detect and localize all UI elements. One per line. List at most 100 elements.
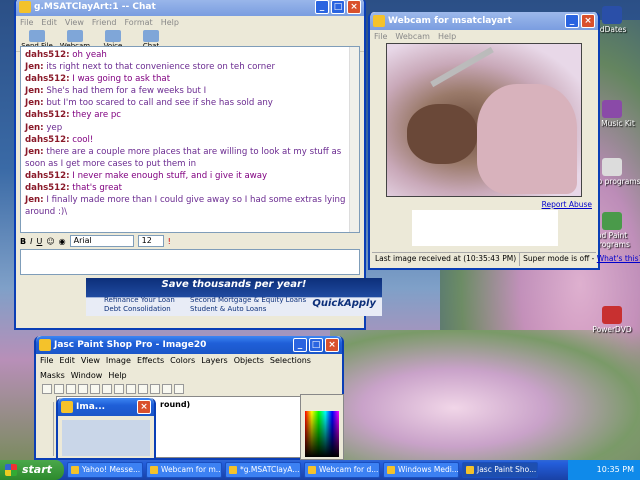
menu-layers[interactable]: Layers (201, 356, 227, 365)
color-palette[interactable] (300, 394, 344, 460)
size-select[interactable]: 12 (137, 235, 164, 247)
menu-image[interactable]: Image (106, 356, 131, 365)
chat-window: g.MSATClayArt:1 -- Chat _ □ × File Edit Vi… (14, 0, 382, 330)
save-icon[interactable] (66, 384, 76, 394)
webcam-icon (373, 15, 385, 27)
music-icon (602, 100, 622, 118)
webcam-window: Webcam for msatclayart _ × File Webcam He… (368, 12, 640, 270)
ad-banner[interactable]: Save thousands per year! Refinance Your … (86, 278, 382, 316)
last-image-status: Last image received at (10:35:43 PM) (372, 253, 521, 266)
new-icon[interactable] (42, 384, 52, 394)
task-webcam-m[interactable]: Webcam for m... (146, 462, 222, 478)
italic-button[interactable]: I (30, 237, 32, 246)
psp-tool-palette[interactable] (38, 402, 54, 456)
maximize-button[interactable]: □ (309, 338, 323, 352)
system-tray: 10:35 PM (568, 460, 640, 480)
minimize-button[interactable]: _ (315, 0, 329, 14)
paste-icon[interactable] (138, 384, 148, 394)
psp-titlebar[interactable]: Jasc Paint Shop Pro - Image20 _ □ × (36, 336, 342, 354)
menu-help[interactable]: Help (438, 32, 456, 41)
close-button[interactable]: × (325, 338, 339, 352)
histogram-icon[interactable] (162, 384, 172, 394)
report-abuse-link[interactable]: Report Abuse (542, 200, 592, 209)
layer-label: round) (160, 400, 191, 409)
menu-edit[interactable]: Edit (41, 18, 57, 27)
chat-message: dahs512: they are pc (25, 110, 122, 121)
shop-icon (602, 158, 622, 176)
minimize-button[interactable]: _ (293, 338, 307, 352)
whats-this-link[interactable]: What's this? (597, 254, 640, 263)
start-button[interactable]: start (0, 460, 64, 480)
desktop-wallpaper-flowers (330, 330, 640, 460)
chat-message: dahs512: oh yeah (25, 50, 107, 60)
menu-file[interactable]: File (40, 356, 53, 365)
menu-file[interactable]: File (374, 32, 387, 41)
menu-help[interactable]: Help (161, 18, 179, 27)
menu-edit[interactable]: Edit (59, 356, 75, 365)
chat-titlebar[interactable]: g.MSATClayArt:1 -- Chat _ □ × (16, 0, 364, 16)
menu-file[interactable]: File (20, 18, 33, 27)
color-gradient[interactable] (305, 411, 339, 457)
menu-masks[interactable]: Masks (40, 371, 65, 380)
copy-icon[interactable] (126, 384, 136, 394)
smiley-icon[interactable]: ☺ (46, 237, 54, 246)
task-yahoo-messenger[interactable]: Yahoo! Messe... (67, 462, 143, 478)
layers-icon[interactable] (174, 384, 184, 394)
maximize-button[interactable]: □ (331, 0, 345, 14)
close-button[interactable]: × (347, 0, 361, 14)
menu-view[interactable]: View (81, 356, 100, 365)
super-mode-status: Super mode is off - What's this? (520, 253, 640, 266)
webcam-statusbar: Last image received at (10:35:43 PM) Sup… (372, 252, 640, 266)
message-input[interactable] (20, 249, 360, 275)
image-icon (61, 401, 73, 413)
close-button[interactable]: × (581, 14, 595, 28)
redo-icon[interactable] (102, 384, 112, 394)
menu-help[interactable]: Help (108, 371, 126, 380)
ad-list-left: Refinance Your Loan Debt Consolidation (104, 296, 175, 313)
menu-format[interactable]: Format (124, 18, 152, 27)
font-select[interactable]: Arial (69, 235, 134, 247)
task-windows-media[interactable]: Windows Medi... (383, 462, 459, 478)
voice-icon (105, 30, 121, 42)
format-toolbar: B I U ☺ ◉ Arial 12 ! (20, 234, 360, 248)
print-icon[interactable] (78, 384, 88, 394)
minimize-button[interactable]: _ (565, 14, 579, 28)
menu-selections[interactable]: Selections (270, 356, 311, 365)
yahoo-icon (19, 1, 31, 13)
webcam-icon (67, 30, 83, 42)
task-paint-shop[interactable]: Jasc Paint Sho... (462, 462, 538, 478)
chat-message: Jen: there are a couple more places that… (25, 146, 342, 169)
chat-message: dahs512: cool! (25, 134, 94, 145)
clock: 10:35 PM (596, 465, 634, 474)
menu-objects[interactable]: Objects (234, 356, 264, 365)
desktop-icon[interactable]: PowerDVD (582, 306, 640, 334)
menu-colors[interactable]: Colors (170, 356, 195, 365)
menu-view[interactable]: View (65, 18, 84, 27)
cut-icon[interactable] (114, 384, 124, 394)
close-button[interactable]: × (137, 400, 151, 414)
undo-icon[interactable] (90, 384, 100, 394)
chat-scrollbar[interactable] (349, 47, 359, 232)
task-webcam-d[interactable]: Webcam for d... (304, 462, 380, 478)
task-chat[interactable]: *g.MSATClayA... (225, 462, 301, 478)
image-subwindow-titlebar[interactable]: Ima... × (58, 398, 154, 416)
menu-window[interactable]: Window (71, 371, 103, 380)
menu-effects[interactable]: Effects (137, 356, 164, 365)
image-thumbnail (62, 420, 150, 456)
menu-friend[interactable]: Friend (92, 18, 117, 27)
zoom-icon[interactable] (150, 384, 160, 394)
menu-webcam[interactable]: Webcam (395, 32, 430, 41)
paint-icon (602, 212, 622, 230)
color-icon[interactable]: ◉ (59, 237, 66, 246)
webcam-titlebar[interactable]: Webcam for msatclayart _ × (370, 12, 598, 30)
webcam-video (386, 43, 582, 197)
underline-button[interactable]: U (36, 237, 42, 246)
psp-toolbar (36, 382, 342, 396)
clay-object (407, 104, 477, 164)
buzz-icon[interactable]: ! (168, 237, 171, 246)
bold-button[interactable]: B (20, 237, 26, 246)
open-icon[interactable] (54, 384, 64, 394)
taskbar: start Yahoo! Messe... Webcam for m... *g… (0, 460, 640, 480)
sculpting-tool (430, 46, 494, 88)
webcam-menubar: File Webcam Help (370, 30, 598, 43)
